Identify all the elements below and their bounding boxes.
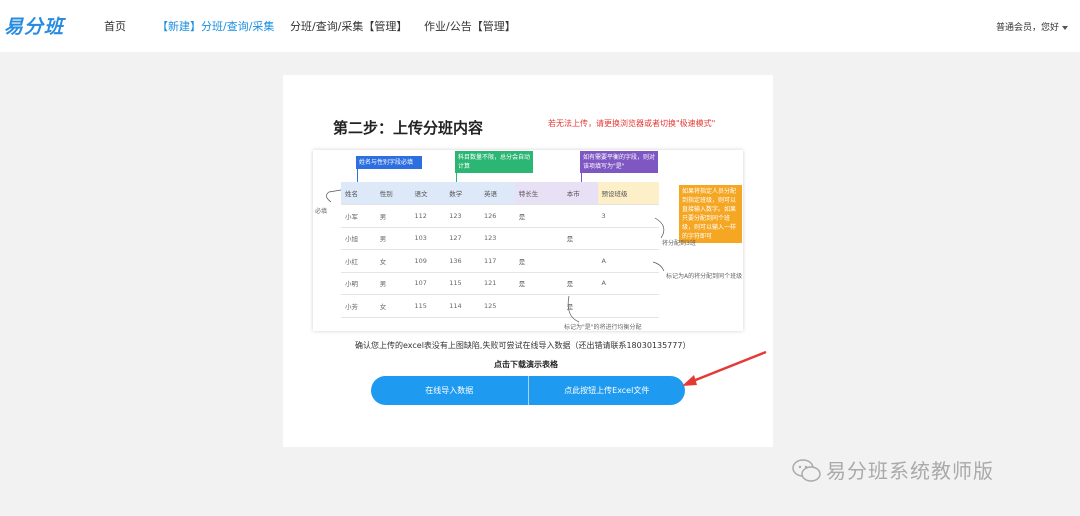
table-cell	[597, 294, 659, 318]
table-cell	[562, 249, 598, 273]
table-cell: 123	[480, 227, 515, 250]
column-header: 数学	[445, 182, 480, 205]
table-cell	[514, 227, 563, 250]
user-menu[interactable]: 普通会员，您好	[996, 20, 1068, 33]
table-cell: 115	[410, 294, 446, 318]
note-balanced: 标记为"是"的将进行均衡分配	[564, 324, 642, 331]
wechat-icon	[792, 459, 821, 482]
table-cell: 小军	[341, 204, 376, 228]
table-cell: 103	[410, 227, 446, 250]
upload-card: 第二步：上传分班内容 若无法上传，请更换浏览器或者切换"极速模式" 姓名与性别字…	[283, 75, 773, 447]
table-cell: 121	[480, 272, 515, 295]
watermark-text: 易分班系统教师版	[826, 459, 994, 483]
table-cell: 男	[375, 272, 411, 295]
table-cell: 136	[445, 249, 480, 273]
table-cell: A	[597, 249, 659, 273]
note-same-class: 标记为A的将分配到同个班级	[666, 273, 743, 280]
confirm-text: 确认您上传的excel表没有上图缺陷,失败可尝试在线导入数据（还出错请联系180…	[355, 341, 691, 350]
table-cell: 男	[375, 227, 411, 250]
online-import-button[interactable]: 在线导入数据	[371, 376, 528, 405]
note-required: 必填	[315, 208, 328, 215]
table-cell: 114	[445, 294, 480, 318]
user-greeting: 普通会员，您好	[995, 23, 1059, 33]
table-cell: 117	[480, 249, 515, 273]
caret-down-icon	[1062, 25, 1068, 30]
table-cell: 是	[514, 249, 563, 273]
column-header: 性别	[375, 182, 411, 205]
column-header: 预设班级	[597, 182, 659, 205]
callout-name-gender: 姓名与性别字段必填	[356, 156, 422, 169]
table-cell	[597, 227, 659, 250]
app-logo[interactable]: 易分班	[4, 12, 64, 39]
download-sample-link[interactable]: 点击下载演示表格	[494, 359, 558, 370]
callout-balance: 如有需要平衡的字段，则对该项填写为"是"	[580, 151, 658, 173]
table-cell: 3	[597, 204, 659, 228]
nav-manage-class[interactable]: 分班/查询/采集【管理】	[290, 18, 407, 34]
table-cell: 109	[410, 249, 446, 273]
table-cell: 小明	[341, 272, 376, 295]
table-cell: 小旭	[341, 227, 376, 250]
table-row: 小芳女 115 114 125 是	[341, 294, 659, 318]
table-cell: 是	[562, 294, 598, 318]
table-cell: 小芳	[341, 294, 376, 318]
table-cell: 女	[375, 294, 411, 318]
table-cell: 125	[480, 294, 515, 318]
table-row: 小明男 107 115 121 是是 A	[341, 272, 659, 295]
table-cell: 是	[562, 272, 598, 295]
table-row: 小旭男 103 127 123 是	[341, 227, 659, 250]
note-assign-class: 将分配到3班	[662, 240, 696, 247]
upload-excel-button[interactable]: 点此按钮上传Excel文件	[527, 376, 686, 405]
table-header-row: 姓名 性别 语文 数学 英语 特长生 本市 预设班级	[341, 182, 659, 205]
column-header: 语文	[410, 182, 446, 205]
table-cell: 112	[410, 204, 446, 228]
callout-line	[357, 169, 358, 182]
table-cell: 123	[445, 204, 480, 228]
nav-new-class[interactable]: 【新建】分班/查询/采集	[157, 18, 274, 34]
table-cell: 女	[375, 249, 411, 273]
table-row: 小红女 109 136 117 是 A	[341, 249, 659, 273]
nav-homework[interactable]: 作业/公告【管理】	[424, 18, 516, 34]
table-cell: 107	[410, 272, 446, 295]
table-cell: 小红	[341, 249, 376, 273]
nav-home[interactable]: 首页	[104, 18, 126, 34]
page-title: 第二步：上传分班内容	[333, 119, 484, 137]
table-row: 小军男 112 123 126 是 3	[341, 204, 659, 228]
column-header: 姓名	[341, 182, 376, 205]
browser-warning: 若无法上传，请更换浏览器或者切换"极速模式"	[548, 119, 716, 128]
table-cell: 是	[562, 227, 598, 250]
column-header: 特长生	[514, 182, 563, 205]
upload-button-group: 在线导入数据 点此按钮上传Excel文件	[371, 376, 685, 405]
table-cell: 男	[375, 204, 411, 228]
example-illustration: 姓名与性别字段必填 科目数量不限，总分会自动计算 如有需要平衡的字段，则对该项填…	[313, 150, 743, 331]
column-header: 英语	[480, 182, 515, 205]
red-arrow-icon	[682, 350, 767, 386]
example-spreadsheet: 姓名 性别 语文 数学 英语 特长生 本市 预设班级 小军男 112 123 126 是…	[341, 182, 659, 318]
table-cell: A	[597, 272, 659, 295]
table-cell: 126	[480, 204, 515, 228]
table-cell: 是	[514, 204, 563, 228]
table-cell: 115	[445, 272, 480, 295]
table-cell: 127	[445, 227, 480, 250]
table-cell: 是	[514, 272, 563, 295]
callout-preassign: 如果将指定人员分配到指定班级，则可以直接输入数字。如果只要分配到同个班级，则可以…	[679, 185, 742, 243]
callout-line	[456, 172, 457, 182]
callout-subjects: 科目数量不限，总分会自动计算	[455, 151, 533, 173]
top-navbar: 易分班 首页 【新建】分班/查询/采集 分班/查询/采集【管理】 作业/公告【管…	[0, 0, 1080, 52]
table-cell	[562, 204, 598, 228]
column-header: 本市	[562, 182, 598, 205]
callout-line	[581, 172, 582, 182]
table-cell	[514, 294, 563, 318]
